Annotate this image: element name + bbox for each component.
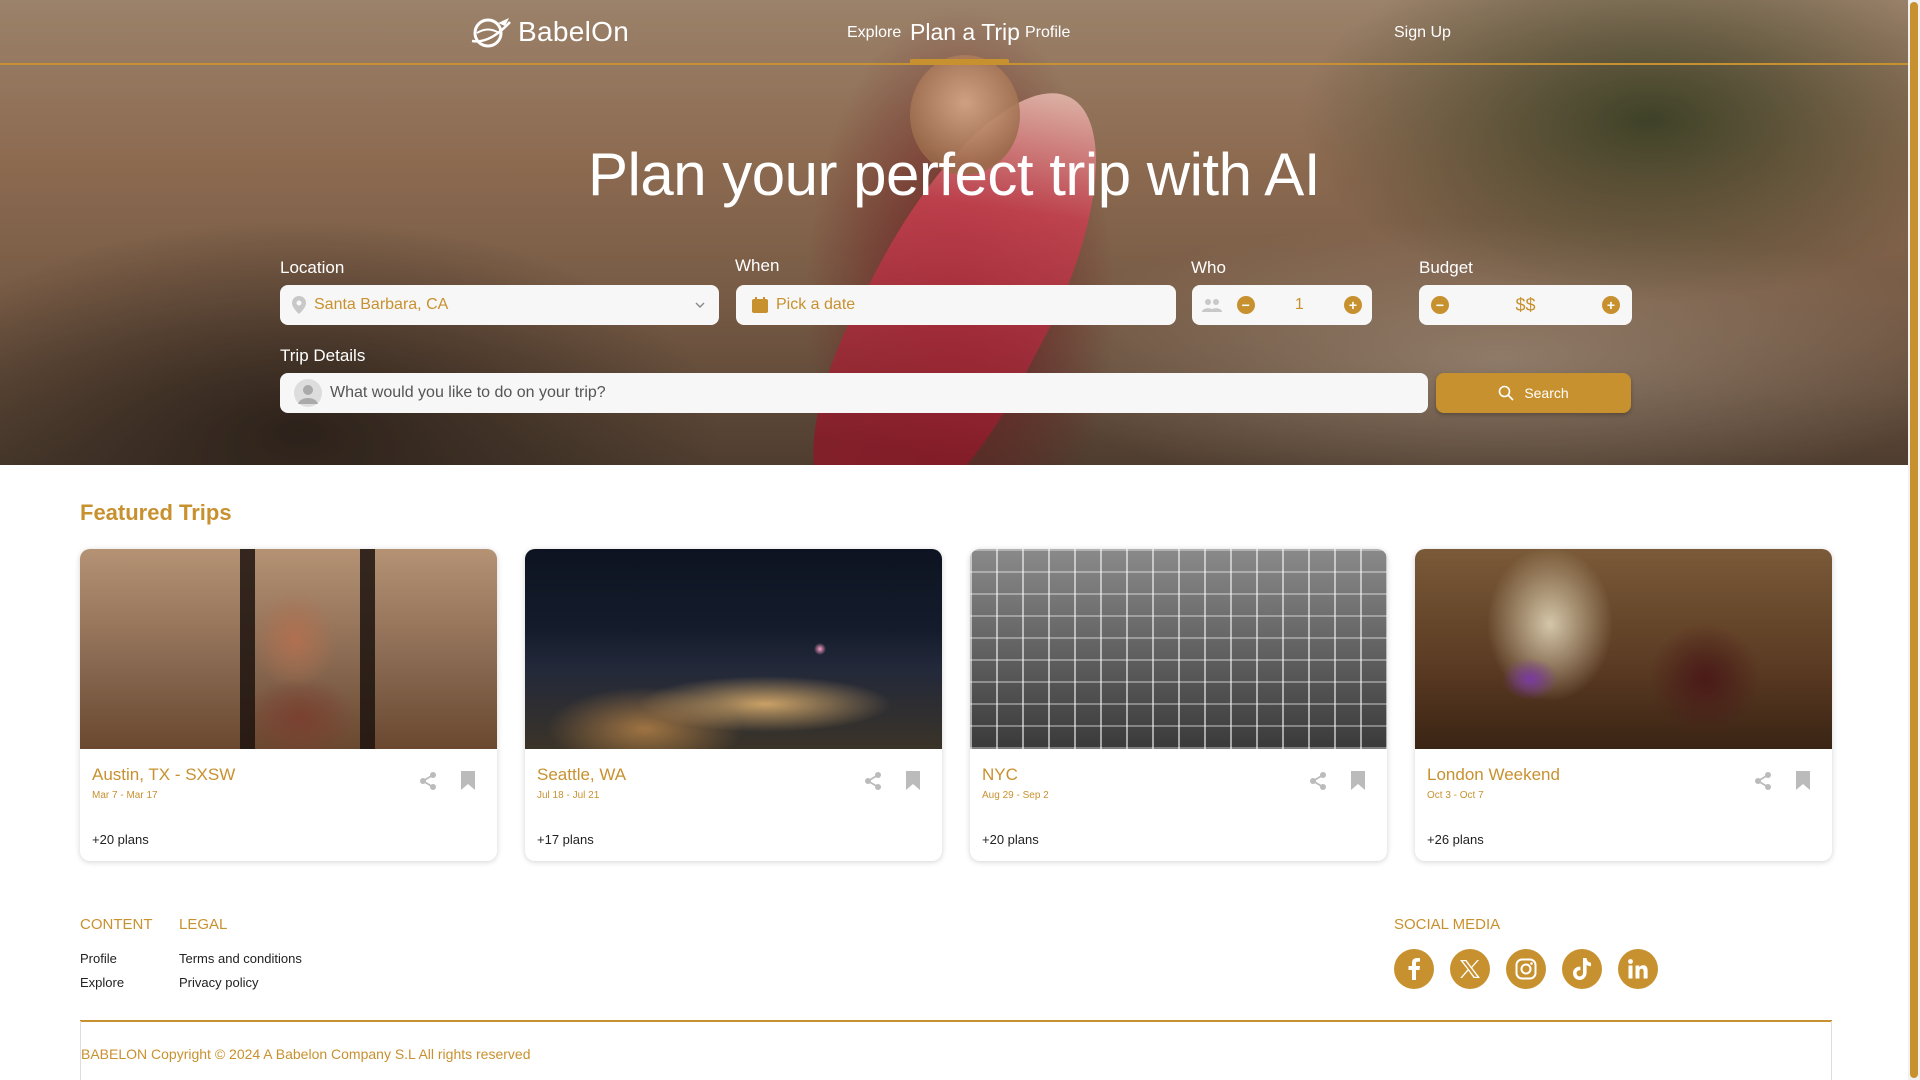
decrease-budget-button[interactable]: − (1431, 296, 1449, 314)
trip-title[interactable]: Seattle, WA (537, 765, 626, 785)
copyright-text: BABELON Copyright © 2024 A Babelon Compa… (81, 1046, 531, 1062)
facebook-icon[interactable] (1394, 949, 1434, 989)
share-icon[interactable] (863, 771, 883, 791)
brand-name: BabelOn (518, 16, 630, 47)
footer-border-right (1831, 1021, 1832, 1080)
budget-stepper: − $$ + (1419, 285, 1632, 325)
footer-legal-heading: LEGAL (179, 916, 228, 933)
user-avatar-icon (294, 379, 322, 407)
trip-card[interactable]: Seattle, WA Jul 18 - Jul 21 +17 plans (525, 549, 942, 861)
search-button-label: Search (1524, 385, 1569, 401)
linkedin-icon[interactable] (1618, 949, 1658, 989)
map-pin-icon (292, 296, 306, 314)
trip-plans-count: +20 plans (92, 832, 149, 847)
page-scrollbar-thumb[interactable] (1910, 2, 1918, 1078)
bookmark-icon[interactable] (905, 770, 921, 791)
trip-image (970, 549, 1387, 749)
active-tab-indicator (910, 59, 1009, 64)
trip-card[interactable]: Austin, TX - SXSW Mar 7 - Mar 17 +20 pla… (80, 549, 497, 861)
share-icon[interactable] (418, 771, 438, 791)
location-select[interactable]: Santa Barbara, CA (280, 285, 719, 325)
trip-title[interactable]: London Weekend (1427, 765, 1560, 785)
footer-link-terms[interactable]: Terms and conditions (179, 951, 302, 966)
trip-dates: Aug 29 - Sep 2 (982, 790, 1049, 801)
footer-link-privacy[interactable]: Privacy policy (179, 975, 258, 990)
hero-title: Plan your perfect trip with AI (587, 141, 1321, 208)
location-label: Location (280, 258, 345, 277)
trip-card[interactable]: London Weekend Oct 3 - Oct 7 +26 plans (1415, 549, 1832, 861)
search-button[interactable]: Search (1436, 373, 1631, 413)
featured-trips-title: Featured Trips (80, 500, 232, 525)
trip-plans-count: +20 plans (982, 832, 1039, 847)
tiktok-icon[interactable] (1562, 949, 1602, 989)
trip-details-placeholder: What would you like to do on your trip? (330, 384, 606, 401)
trip-dates: Jul 18 - Jul 21 (537, 790, 600, 801)
calendar-icon (752, 297, 768, 313)
sign-up-link[interactable]: Sign Up (1394, 24, 1451, 42)
nav-profile[interactable]: Profile (1025, 24, 1070, 42)
nav-explore[interactable]: Explore (847, 24, 901, 42)
increase-travelers-button[interactable]: + (1343, 296, 1362, 314)
search-icon (1499, 385, 1514, 401)
footer-content-heading: CONTENT (80, 916, 153, 933)
travelers-stepper: − 1 + (1192, 285, 1372, 325)
trip-details-input[interactable]: What would you like to do on your trip? (280, 373, 1428, 413)
decrease-travelers-button[interactable]: − (1236, 296, 1255, 314)
trip-details-label: Trip Details (280, 346, 366, 365)
trip-image (525, 549, 942, 749)
bookmark-icon[interactable] (460, 770, 476, 791)
trip-card[interactable]: NYC Aug 29 - Sep 2 +20 plans (970, 549, 1387, 861)
footer-link-explore[interactable]: Explore (80, 975, 124, 990)
trip-dates: Oct 3 - Oct 7 (1427, 790, 1484, 801)
logo-globe-plane-icon (471, 18, 511, 48)
location-value: Santa Barbara, CA (314, 296, 449, 313)
brand-logo[interactable]: BabelOn (468, 14, 629, 50)
increase-budget-button[interactable]: + (1602, 296, 1620, 314)
trip-dates: Mar 7 - Mar 17 (92, 790, 158, 801)
when-label: When (735, 256, 780, 275)
trip-image (1415, 549, 1832, 749)
instagram-icon[interactable] (1506, 949, 1546, 989)
bookmark-icon[interactable] (1350, 770, 1366, 791)
date-picker[interactable]: Pick a date (736, 285, 1176, 325)
bookmark-icon[interactable] (1795, 770, 1811, 791)
trip-image (80, 549, 497, 749)
footer-link-profile[interactable]: Profile (80, 951, 117, 966)
trip-plans-count: +26 plans (1427, 832, 1484, 847)
share-icon[interactable] (1308, 771, 1328, 791)
who-label: Who (1191, 258, 1226, 277)
people-icon (1202, 299, 1222, 312)
trip-plans-count: +17 plans (537, 832, 594, 847)
footer-social-heading: SOCIAL MEDIA (1394, 916, 1501, 933)
x-icon[interactable] (1450, 949, 1490, 989)
share-icon[interactable] (1753, 771, 1773, 791)
footer-divider (80, 1020, 1832, 1022)
trip-title[interactable]: NYC (982, 765, 1018, 785)
travelers-count: 1 (1294, 296, 1304, 313)
top-navigation: BabelOn Explore Plan a Trip Profile Sign… (0, 0, 1908, 65)
nav-plan-trip[interactable]: Plan a Trip (910, 19, 1020, 46)
chevron-down-icon (695, 302, 705, 308)
budget-value: $$ (1515, 294, 1536, 315)
budget-label: Budget (1419, 258, 1473, 277)
trip-title[interactable]: Austin, TX - SXSW (92, 765, 235, 785)
date-placeholder: Pick a date (776, 296, 856, 313)
